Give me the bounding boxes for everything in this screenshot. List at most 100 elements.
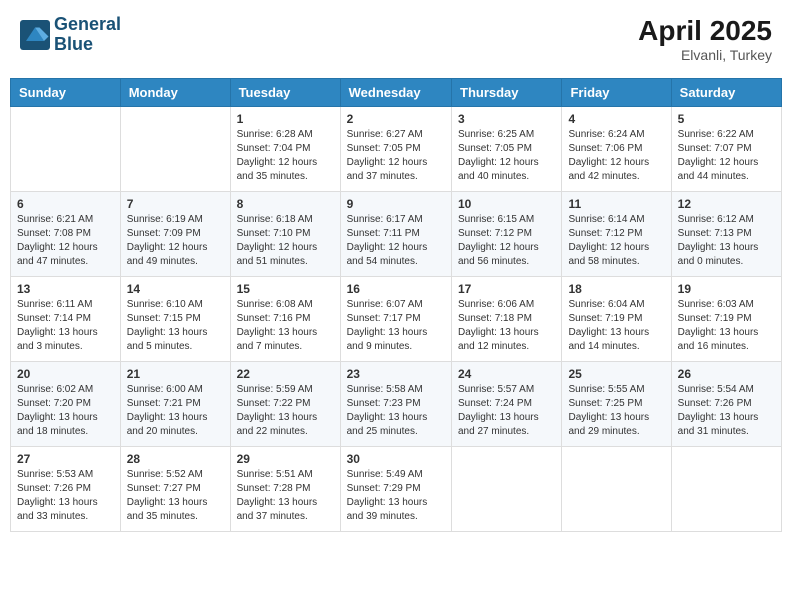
weekday-header-saturday: Saturday xyxy=(671,79,781,107)
calendar-cell: 12Sunrise: 6:12 AMSunset: 7:13 PMDayligh… xyxy=(671,192,781,277)
day-info: Sunrise: 6:15 AMSunset: 7:12 PMDaylight:… xyxy=(458,213,555,269)
calendar-cell: 19 Sunrise: 6:03 AMSunset: 7:19 PMDayligh… xyxy=(671,277,781,362)
month-title: April 2025 xyxy=(638,15,772,47)
day-info: Sunrise: 5:59 AMSunset: 7:22 PMDaylight:… xyxy=(237,383,334,439)
day-info: Sunrise: 5:54 AMSunset: 7:26 PMDaylight:… xyxy=(678,383,775,439)
day-number: 19 xyxy=(678,282,775,296)
day-info: Sunrise: 6:27 AMSunset: 7:05 PMDaylight:… xyxy=(347,128,445,184)
logo: General Blue xyxy=(20,15,121,55)
logo-icon xyxy=(20,20,50,50)
calendar-cell xyxy=(11,107,121,192)
day-number: 4 xyxy=(568,112,664,126)
day-number: 30 xyxy=(347,452,445,466)
calendar-table: SundayMondayTuesdayWednesdayThursdayFrid… xyxy=(10,78,782,532)
day-number: 26 xyxy=(678,367,775,381)
logo-text: General Blue xyxy=(54,15,121,55)
day-info: Sunrise: 6:19 AMSunset: 7:09 PMDaylight:… xyxy=(127,213,224,269)
day-number: 16 xyxy=(347,282,445,296)
day-number: 18 xyxy=(568,282,664,296)
day-number: 12 xyxy=(678,197,775,211)
calendar-cell xyxy=(452,447,562,532)
day-number: 17 xyxy=(458,282,555,296)
week-row-4: 20Sunrise: 6:02 AMSunset: 7:20 PMDayligh… xyxy=(11,362,782,447)
weekday-header-tuesday: Tuesday xyxy=(230,79,340,107)
weekday-header-monday: Monday xyxy=(120,79,230,107)
weekday-header-row: SundayMondayTuesdayWednesdayThursdayFrid… xyxy=(11,79,782,107)
calendar-cell: 27Sunrise: 5:53 AMSunset: 7:26 PMDayligh… xyxy=(11,447,121,532)
calendar-cell: 10 Sunrise: 6:15 AMSunset: 7:12 PMDayligh… xyxy=(452,192,562,277)
day-info: Sunrise: 5:52 AMSunset: 7:27 PMDaylight:… xyxy=(127,468,224,524)
day-info: Sunrise: 6:11 AMSunset: 7:14 PMDaylight:… xyxy=(17,298,114,354)
day-info: Sunrise: 5:55 AMSunset: 7:25 PMDaylight:… xyxy=(568,383,664,439)
weekday-header-thursday: Thursday xyxy=(452,79,562,107)
calendar-cell: 11 Sunrise: 6:14 AMSunset: 7:12 PMDayligh… xyxy=(562,192,671,277)
day-number: 11 xyxy=(568,197,664,211)
calendar-cell: 1 Sunrise: 6:28 AMSunset: 7:04 PMDaylight… xyxy=(230,107,340,192)
weekday-header-sunday: Sunday xyxy=(11,79,121,107)
day-number: 21 xyxy=(127,367,224,381)
day-info: Sunrise: 6:21 AMSunset: 7:08 PMDaylight:… xyxy=(17,213,114,269)
day-number: 6 xyxy=(17,197,114,211)
calendar-cell: 15 Sunrise: 6:08 AMSunset: 7:16 PMDayligh… xyxy=(230,277,340,362)
day-number: 28 xyxy=(127,452,224,466)
day-info: Sunrise: 5:51 AMSunset: 7:28 PMDaylight:… xyxy=(237,468,334,524)
week-row-1: 1 Sunrise: 6:28 AMSunset: 7:04 PMDaylight… xyxy=(11,107,782,192)
calendar-cell: 17Sunrise: 6:06 AMSunset: 7:18 PMDayligh… xyxy=(452,277,562,362)
calendar-cell: 3 Sunrise: 6:25 AMSunset: 7:05 PMDaylight… xyxy=(452,107,562,192)
calendar-cell: 6 Sunrise: 6:21 AMSunset: 7:08 PMDaylight… xyxy=(11,192,121,277)
calendar-cell: 20Sunrise: 6:02 AMSunset: 7:20 PMDayligh… xyxy=(11,362,121,447)
day-number: 5 xyxy=(678,112,775,126)
location: Elvanli, Turkey xyxy=(638,47,772,63)
calendar-cell xyxy=(120,107,230,192)
calendar-cell: 30 Sunrise: 5:49 AMSunset: 7:29 PMDayligh… xyxy=(340,447,451,532)
day-info: Sunrise: 6:07 AMSunset: 7:17 PMDaylight:… xyxy=(347,298,445,354)
day-number: 24 xyxy=(458,367,555,381)
day-info: Sunrise: 6:04 AMSunset: 7:19 PMDaylight:… xyxy=(568,298,664,354)
calendar-cell: 29Sunrise: 5:51 AMSunset: 7:28 PMDayligh… xyxy=(230,447,340,532)
day-number: 23 xyxy=(347,367,445,381)
day-number: 1 xyxy=(237,112,334,126)
day-number: 10 xyxy=(458,197,555,211)
calendar-cell: 2 Sunrise: 6:27 AMSunset: 7:05 PMDaylight… xyxy=(340,107,451,192)
title-block: April 2025 Elvanli, Turkey xyxy=(638,15,772,63)
weekday-header-wednesday: Wednesday xyxy=(340,79,451,107)
day-info: Sunrise: 6:10 AMSunset: 7:15 PMDaylight:… xyxy=(127,298,224,354)
calendar-cell: 25 Sunrise: 5:55 AMSunset: 7:25 PMDayligh… xyxy=(562,362,671,447)
day-number: 8 xyxy=(237,197,334,211)
calendar-cell xyxy=(562,447,671,532)
day-info: Sunrise: 6:25 AMSunset: 7:05 PMDaylight:… xyxy=(458,128,555,184)
day-info: Sunrise: 6:17 AMSunset: 7:11 PMDaylight:… xyxy=(347,213,445,269)
day-info: Sunrise: 6:24 AMSunset: 7:06 PMDaylight:… xyxy=(568,128,664,184)
week-row-3: 13 Sunrise: 6:11 AMSunset: 7:14 PMDayligh… xyxy=(11,277,782,362)
logo-line1: General xyxy=(54,15,121,35)
day-info: Sunrise: 6:14 AMSunset: 7:12 PMDaylight:… xyxy=(568,213,664,269)
calendar-cell xyxy=(671,447,781,532)
day-number: 3 xyxy=(458,112,555,126)
day-number: 14 xyxy=(127,282,224,296)
day-number: 15 xyxy=(237,282,334,296)
day-info: Sunrise: 6:08 AMSunset: 7:16 PMDaylight:… xyxy=(237,298,334,354)
calendar-cell: 24Sunrise: 5:57 AMSunset: 7:24 PMDayligh… xyxy=(452,362,562,447)
day-info: Sunrise: 6:22 AMSunset: 7:07 PMDaylight:… xyxy=(678,128,775,184)
week-row-2: 6 Sunrise: 6:21 AMSunset: 7:08 PMDaylight… xyxy=(11,192,782,277)
calendar-cell: 4 Sunrise: 6:24 AMSunset: 7:06 PMDaylight… xyxy=(562,107,671,192)
day-info: Sunrise: 6:00 AMSunset: 7:21 PMDaylight:… xyxy=(127,383,224,439)
day-info: Sunrise: 5:49 AMSunset: 7:29 PMDaylight:… xyxy=(347,468,445,524)
logo-line2: Blue xyxy=(54,35,121,55)
day-number: 9 xyxy=(347,197,445,211)
calendar-cell: 9 Sunrise: 6:17 AMSunset: 7:11 PMDaylight… xyxy=(340,192,451,277)
day-number: 7 xyxy=(127,197,224,211)
day-number: 25 xyxy=(568,367,664,381)
day-info: Sunrise: 6:02 AMSunset: 7:20 PMDaylight:… xyxy=(17,383,114,439)
calendar-cell: 28 Sunrise: 5:52 AMSunset: 7:27 PMDayligh… xyxy=(120,447,230,532)
day-info: Sunrise: 6:18 AMSunset: 7:10 PMDaylight:… xyxy=(237,213,334,269)
day-number: 2 xyxy=(347,112,445,126)
day-number: 27 xyxy=(17,452,114,466)
day-info: Sunrise: 6:03 AMSunset: 7:19 PMDaylight:… xyxy=(678,298,775,354)
calendar-cell: 13 Sunrise: 6:11 AMSunset: 7:14 PMDayligh… xyxy=(11,277,121,362)
calendar-cell: 8 Sunrise: 6:18 AMSunset: 7:10 PMDaylight… xyxy=(230,192,340,277)
day-number: 13 xyxy=(17,282,114,296)
calendar-cell: 23Sunrise: 5:58 AMSunset: 7:23 PMDayligh… xyxy=(340,362,451,447)
calendar-cell: 7 Sunrise: 6:19 AMSunset: 7:09 PMDaylight… xyxy=(120,192,230,277)
day-info: Sunrise: 6:28 AMSunset: 7:04 PMDaylight:… xyxy=(237,128,334,184)
